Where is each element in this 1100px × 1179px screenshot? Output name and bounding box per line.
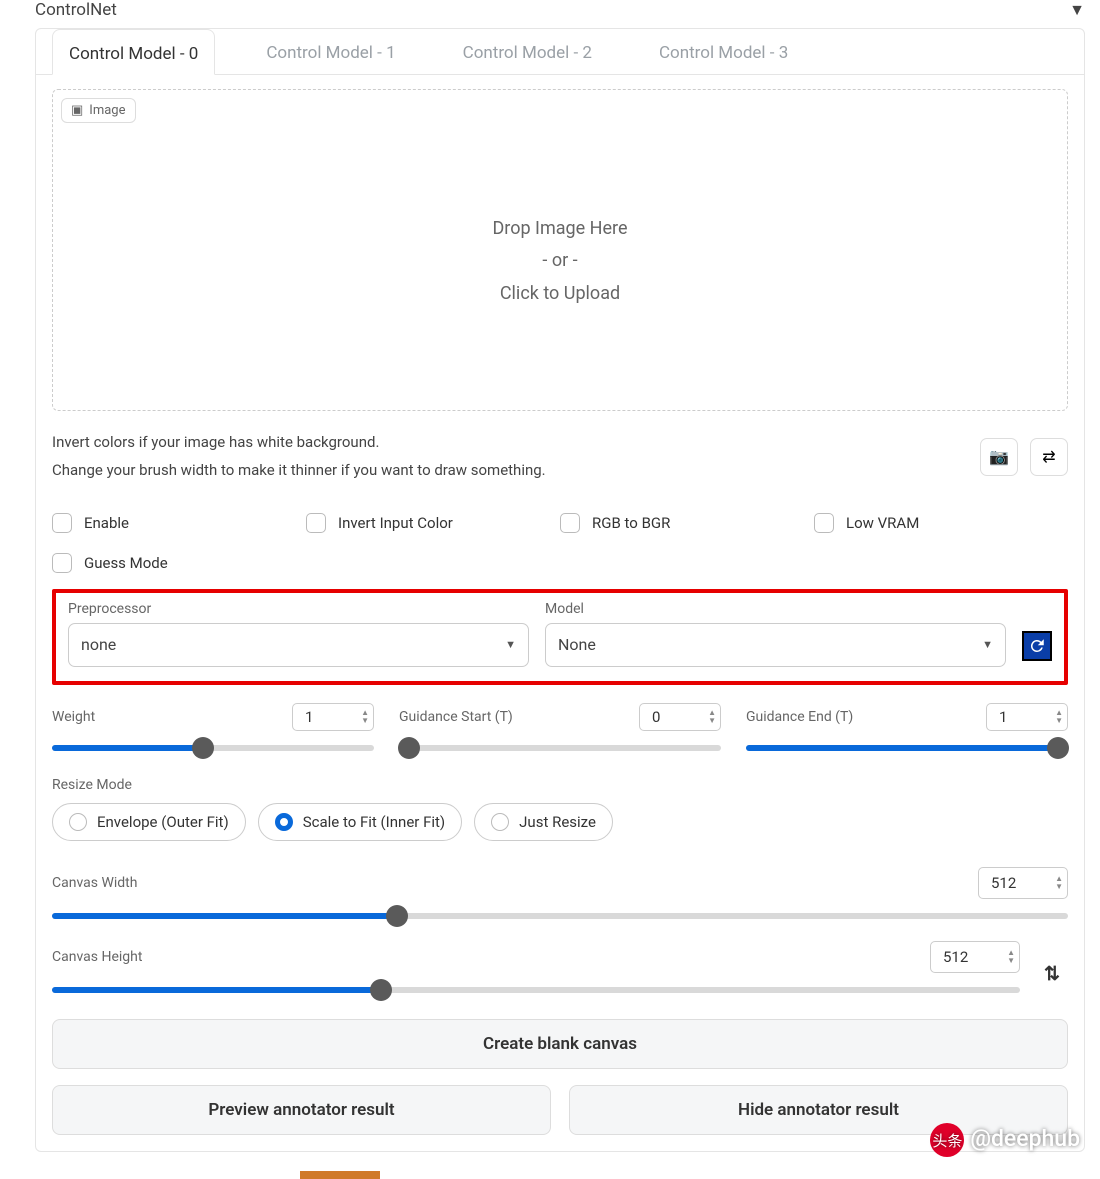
radio-resize-label: Just Resize bbox=[519, 813, 596, 831]
radio-icon bbox=[69, 813, 87, 831]
weight-label: Weight bbox=[52, 709, 95, 725]
canvas-height-input[interactable]: 512 ▲▼ bbox=[930, 941, 1020, 973]
radio-scale-label: Scale to Fit (Inner Fit) bbox=[303, 813, 445, 831]
checkbox-icon bbox=[560, 513, 580, 533]
check-enable-label: Enable bbox=[84, 514, 129, 532]
stepper-icon: ▲▼ bbox=[708, 709, 716, 725]
weight-input[interactable]: 1 ▲▼ bbox=[292, 703, 374, 731]
guidance-end-slider[interactable] bbox=[746, 745, 1068, 751]
check-invert-input[interactable]: Invert Input Color bbox=[306, 513, 560, 533]
canvas-width-input[interactable]: 512 ▲▼ bbox=[978, 867, 1068, 899]
watermark: 头条@deephub bbox=[930, 1123, 1080, 1157]
canvas-height-slider[interactable] bbox=[52, 987, 1020, 993]
swap-dimensions-button[interactable]: ⇅ bbox=[1036, 955, 1068, 993]
check-rgb-label: RGB to BGR bbox=[592, 514, 670, 532]
chevron-down-icon: ▼ bbox=[505, 638, 516, 651]
canvas-width-value: 512 bbox=[991, 874, 1016, 892]
checkbox-icon bbox=[52, 513, 72, 533]
tab-model-2[interactable]: Control Model - 2 bbox=[447, 29, 608, 74]
stepper-icon: ▲▼ bbox=[361, 709, 369, 725]
checkbox-icon bbox=[306, 513, 326, 533]
model-selection-highlight: Preprocessor none ▼ Model None ▼ bbox=[52, 589, 1068, 685]
image-tag-label: Image bbox=[89, 103, 125, 118]
bottom-bar bbox=[300, 1171, 380, 1179]
checkbox-icon bbox=[52, 553, 72, 573]
watermark-text: @deephub bbox=[970, 1125, 1080, 1152]
weight-value: 1 bbox=[305, 708, 313, 726]
model-label: Model bbox=[545, 601, 1006, 617]
image-tag: ▣ Image bbox=[61, 98, 136, 123]
weight-slider[interactable] bbox=[52, 745, 374, 751]
check-guess-mode[interactable]: Guess Mode bbox=[52, 553, 306, 573]
drop-line3: Click to Upload bbox=[61, 278, 1059, 310]
controlnet-panel: Control Model - 0 Control Model - 1 Cont… bbox=[35, 28, 1085, 1152]
image-icon: ▣ bbox=[71, 103, 83, 118]
collapse-icon[interactable]: ▼ bbox=[1069, 0, 1085, 20]
preprocessor-label: Preprocessor bbox=[68, 601, 529, 617]
radio-scale-fit[interactable]: Scale to Fit (Inner Fit) bbox=[258, 803, 462, 841]
preprocessor-select[interactable]: none ▼ bbox=[68, 623, 529, 667]
check-guess-label: Guess Mode bbox=[84, 554, 168, 572]
hint-invert: Invert colors if your image has white ba… bbox=[52, 429, 546, 457]
guidance-start-slider[interactable] bbox=[399, 745, 721, 751]
check-vram-label: Low VRAM bbox=[846, 514, 919, 532]
swap-button[interactable]: ⇄ bbox=[1030, 438, 1068, 476]
drop-line2: - or - bbox=[61, 245, 1059, 277]
canvas-height-value: 512 bbox=[943, 948, 968, 966]
canvas-width-label: Canvas Width bbox=[52, 875, 137, 891]
canvas-width-slider[interactable] bbox=[52, 913, 1068, 919]
check-enable[interactable]: Enable bbox=[52, 513, 306, 533]
tab-model-3[interactable]: Control Model - 3 bbox=[643, 29, 804, 74]
preview-annotator-button[interactable]: Preview annotator result bbox=[52, 1085, 551, 1135]
stepper-icon: ▲▼ bbox=[1007, 949, 1015, 965]
radio-just-resize[interactable]: Just Resize bbox=[474, 803, 613, 841]
radio-envelope[interactable]: Envelope (Outer Fit) bbox=[52, 803, 246, 841]
check-invert-label: Invert Input Color bbox=[338, 514, 453, 532]
camera-icon: 📷 bbox=[989, 447, 1009, 466]
check-rgb-bgr[interactable]: RGB to BGR bbox=[560, 513, 814, 533]
stepper-icon: ▲▼ bbox=[1055, 709, 1063, 725]
radio-envelope-label: Envelope (Outer Fit) bbox=[97, 813, 229, 831]
image-dropzone[interactable]: ▣ Image Drop Image Here - or - Click to … bbox=[52, 89, 1068, 411]
swap-icon: ⇄ bbox=[1042, 447, 1055, 466]
drop-line1: Drop Image Here bbox=[61, 213, 1059, 245]
canvas-height-label: Canvas Height bbox=[52, 949, 142, 965]
check-low-vram[interactable]: Low VRAM bbox=[814, 513, 1068, 533]
checkbox-icon bbox=[814, 513, 834, 533]
chevron-down-icon: ▼ bbox=[982, 638, 993, 651]
guidance-start-value: 0 bbox=[652, 708, 660, 726]
resize-mode-label: Resize Mode bbox=[52, 777, 1068, 793]
create-blank-canvas-button[interactable]: Create blank canvas bbox=[52, 1019, 1068, 1069]
refresh-icon bbox=[1028, 637, 1046, 655]
radio-icon bbox=[275, 813, 293, 831]
tab-model-1[interactable]: Control Model - 1 bbox=[250, 29, 411, 74]
sort-icon: ⇅ bbox=[1044, 962, 1060, 985]
model-value: None bbox=[558, 635, 596, 654]
stepper-icon: ▲▼ bbox=[1055, 875, 1063, 891]
guidance-end-label: Guidance End (T) bbox=[746, 709, 853, 725]
hint-brush: Change your brush width to make it thinn… bbox=[52, 457, 546, 485]
refresh-models-button[interactable] bbox=[1022, 631, 1052, 661]
guidance-start-label: Guidance Start (T) bbox=[399, 709, 513, 725]
model-tabs: Control Model - 0 Control Model - 1 Cont… bbox=[36, 29, 1084, 75]
watermark-logo-icon: 头条 bbox=[930, 1123, 964, 1157]
tab-model-0[interactable]: Control Model - 0 bbox=[52, 29, 215, 75]
preprocessor-value: none bbox=[81, 635, 116, 654]
panel-title: ControlNet bbox=[35, 0, 117, 20]
radio-icon bbox=[491, 813, 509, 831]
camera-button[interactable]: 📷 bbox=[980, 438, 1018, 476]
guidance-start-input[interactable]: 0 ▲▼ bbox=[639, 703, 721, 731]
guidance-end-value: 1 bbox=[999, 708, 1007, 726]
model-select[interactable]: None ▼ bbox=[545, 623, 1006, 667]
guidance-end-input[interactable]: 1 ▲▼ bbox=[986, 703, 1068, 731]
